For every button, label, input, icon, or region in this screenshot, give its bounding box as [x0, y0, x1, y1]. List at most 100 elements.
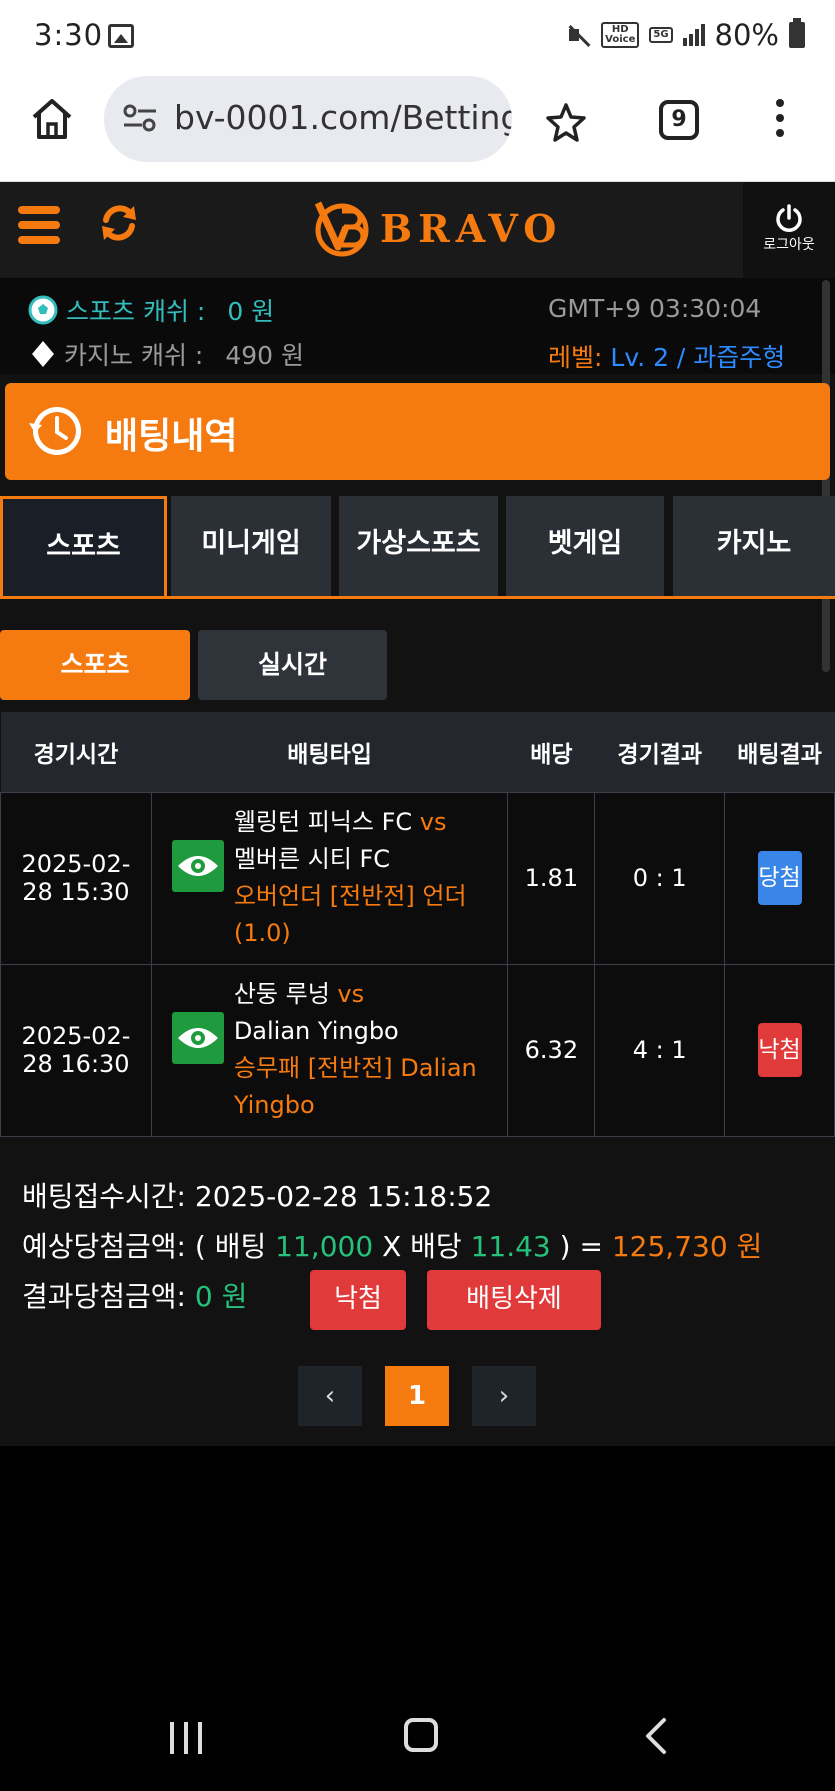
- logo-text: BRAVO: [380, 205, 563, 251]
- browser-toolbar: bv-0001.com/Betting 9: [0, 72, 835, 182]
- server-clock: GMT+9 03:30:04: [548, 294, 762, 323]
- status-badge: 낙첨: [757, 1023, 802, 1077]
- status-bar: 3:30 HD Voice 5G 80%: [0, 0, 835, 72]
- subtab-live[interactable]: 실시간: [198, 630, 387, 700]
- casino-cash-value: 490 원: [225, 341, 304, 370]
- next-page-button[interactable]: ›: [472, 1366, 536, 1426]
- away-team: 멜버른 시티 FC: [233, 845, 391, 873]
- level-label: 레벨:: [548, 343, 603, 372]
- lose-status-button[interactable]: 낙첨: [310, 1270, 406, 1330]
- status-time: 3:30: [34, 18, 104, 52]
- tab-sports[interactable]: 스포츠: [0, 496, 167, 596]
- bet-market: 오버언더 [전반전] 언더 (1.0): [233, 882, 467, 947]
- tab-minigame[interactable]: 미니게임: [171, 496, 331, 596]
- current-page-button[interactable]: 1: [385, 1366, 449, 1426]
- delete-bet-button[interactable]: 배팅삭제: [427, 1270, 601, 1330]
- gallery-icon: [108, 24, 134, 48]
- recents-icon[interactable]: [170, 1722, 206, 1754]
- user-level: 레벨: Lv. 2 / 과즙주형: [548, 338, 785, 374]
- mute-icon: [567, 23, 591, 47]
- bet-market: 승무패 [전반전] Dalian Yingbo: [233, 1054, 477, 1119]
- refresh-icon[interactable]: [98, 202, 140, 244]
- casino-cash-label: 카지노 캐쉬 :: [64, 341, 204, 370]
- logout-button[interactable]: 로그아웃: [743, 182, 835, 278]
- tab-count-button[interactable]: 9: [659, 100, 699, 140]
- hamburger-icon[interactable]: [18, 206, 60, 246]
- bet-type-cell: 산둥 루넝 vs Dalian Yingbo 승무패 [전반전] Dalian …: [150, 963, 509, 1137]
- bet-result-cell: 낙첨: [724, 963, 835, 1137]
- col-header-score: 경기결과: [594, 712, 725, 792]
- home-team: 산둥 루넝: [233, 980, 330, 1008]
- tune-icon[interactable]: [122, 102, 158, 134]
- col-header-odds: 배당: [507, 712, 595, 792]
- eye-icon[interactable]: [171, 1012, 224, 1064]
- 5g-icon: 5G: [649, 27, 673, 43]
- away-team: Dalian Yingbo: [233, 1017, 399, 1045]
- hd-voice-icon: HD Voice: [601, 22, 640, 48]
- result-amount: 0 원: [194, 1280, 248, 1313]
- logo-emblem-icon: [314, 201, 369, 257]
- match-time: 2025-02- 28 16:30: [0, 963, 152, 1137]
- menu-icon[interactable]: [776, 99, 786, 139]
- tab-virtual-sports[interactable]: 가상스포츠: [339, 496, 498, 596]
- tab-casino[interactable]: 카지노: [673, 496, 835, 596]
- app-header: BRAVO 로그아웃: [0, 182, 835, 278]
- account-info-bar: 스포츠 캐쉬 : 0 원 카지노 캐쉬 : 490 원 GMT+9 03:30:…: [0, 278, 835, 374]
- odds-value: 6.32: [507, 963, 596, 1137]
- url-bar[interactable]: bv-0001.com/Betting: [104, 76, 512, 162]
- back-icon[interactable]: [640, 1716, 670, 1756]
- match-time: 2025-02- 28 15:30: [0, 791, 152, 965]
- tab-bet-game[interactable]: 벳게임: [506, 496, 664, 596]
- bravo-logo[interactable]: BRAVO: [312, 196, 562, 260]
- system-nav-bar: [0, 1690, 835, 1791]
- accept-time-line: 배팅접수시간: 2025-02-28 15:18:52: [22, 1172, 762, 1222]
- signal-icon: [682, 24, 705, 46]
- url-text: bv-0001.com/Betting: [174, 98, 512, 137]
- table-header-row: 경기시간 배팅타입 배당 경기결과 배팅결과: [0, 712, 835, 792]
- vs-label: vs: [419, 808, 447, 836]
- subtab-sports[interactable]: 스포츠: [0, 630, 190, 700]
- sports-cash-label: 스포츠 캐쉬 :: [66, 297, 206, 326]
- expected-label: 예상당첨금액:: [22, 1230, 186, 1263]
- logout-label: 로그아웃: [763, 237, 815, 253]
- bet-type-cell: 웰링턴 피닉스 FC vs 멜버른 시티 FC 오버언더 [전반전] 언더 (1…: [150, 791, 509, 965]
- page-title-banner: 배팅내역: [5, 383, 830, 480]
- match-score: 0 : 1: [594, 791, 726, 965]
- bet-history-table: 경기시간 배팅타입 배당 경기결과 배팅결과 2025-02- 28 15:30 …: [0, 712, 835, 1137]
- level-value: Lv. 2 / 과즙주형: [610, 343, 786, 372]
- page-title: 배팅내역: [105, 416, 238, 457]
- accept-time-label: 배팅접수시간:: [22, 1180, 186, 1213]
- vs-label: vs: [337, 980, 365, 1008]
- col-header-bet-type: 배팅타입: [151, 712, 508, 792]
- eye-icon[interactable]: [171, 840, 224, 892]
- close-eq: ) =: [559, 1230, 603, 1263]
- sports-cash-value: 0 원: [227, 297, 275, 326]
- match-clock: 28 16:30: [22, 1050, 130, 1078]
- bet-amount: 11,000: [275, 1230, 374, 1263]
- match-clock: 28 15:30: [22, 878, 130, 906]
- col-header-time: 경기시간: [0, 712, 152, 792]
- x-odds-text: X 배당: [382, 1230, 462, 1263]
- battery-icon: [789, 18, 805, 48]
- expected-win-line: 예상당첨금액: ( 배팅 11,000 X 배당 11.43 ) = 125,7…: [22, 1222, 762, 1272]
- match-score: 4 : 1: [594, 963, 726, 1137]
- col-header-result: 배팅결과: [724, 712, 835, 792]
- bookmark-star-icon[interactable]: [546, 102, 586, 142]
- total-odds: 11.43: [470, 1230, 551, 1263]
- history-clock-icon: [29, 407, 81, 455]
- battery-percent: 80%: [714, 18, 779, 52]
- home-team: 웰링턴 피닉스 FC: [233, 808, 413, 836]
- prev-page-button[interactable]: ‹: [298, 1366, 362, 1426]
- expected-open: ( 배팅: [194, 1230, 267, 1263]
- bet-result-cell: 당첨: [724, 791, 835, 965]
- expected-amount: 125,730 원: [611, 1230, 763, 1263]
- table-row: 2025-02- 28 15:30 웰링턴 피닉스 FC vs 멜버른 시티 FC…: [0, 791, 835, 965]
- match-date: 2025-02-: [21, 1022, 131, 1050]
- home-icon[interactable]: [30, 97, 74, 141]
- soccer-ball-icon: [28, 295, 58, 325]
- diamond-icon: [32, 341, 54, 367]
- table-row: 2025-02- 28 16:30 산둥 루넝 vs Dalian Yingbo …: [0, 963, 835, 1137]
- system-home-icon[interactable]: [404, 1718, 438, 1752]
- match-date: 2025-02-: [21, 850, 131, 878]
- power-icon: [776, 204, 802, 232]
